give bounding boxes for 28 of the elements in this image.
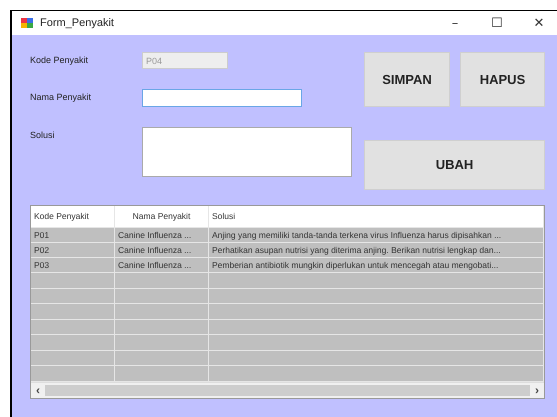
- text-field[interactable]: [142, 89, 302, 107]
- column-header[interactable]: Solusi: [209, 206, 544, 227]
- table-cell: Canine Influenza ...: [115, 258, 209, 272]
- scroll-right-button[interactable]: ›: [530, 383, 544, 397]
- close-button[interactable]: ✕: [521, 11, 557, 35]
- column-header[interactable]: Kode Penyakit: [31, 206, 115, 227]
- table-cell: Perhatikan asupan nutrisi yang diterima anjing. Berikan nutrisi lengkap dan...: [209, 243, 544, 257]
- table-cell: P03: [31, 258, 115, 272]
- edit-button[interactable]: UBAH: [364, 140, 545, 190]
- minimize-button[interactable]: –: [437, 11, 473, 35]
- window-title: Form_Penyakit: [40, 17, 115, 29]
- field-label: Nama Penyakit: [30, 91, 92, 102]
- table-cell: Canine Influenza ...: [115, 228, 209, 242]
- maximize-button[interactable]: ☐: [479, 11, 515, 35]
- column-header[interactable]: Nama Penyakit: [115, 206, 209, 227]
- table-cell: Canine Influenza ...: [115, 243, 209, 257]
- field-label: Kode Penyakit: [30, 54, 90, 65]
- table-cell: P01: [31, 228, 115, 242]
- solusi-field[interactable]: [142, 127, 352, 177]
- field-label: Solusi: [30, 129, 56, 140]
- scroll-left-button[interactable]: ‹: [31, 383, 45, 397]
- table-cell: Pemberian antibiotik mungkin diperlukan untuk mencegah atau mengobati...: [209, 258, 544, 272]
- save-button[interactable]: SIMPAN: [364, 52, 450, 107]
- delete-button[interactable]: HAPUS: [460, 52, 545, 107]
- table-cell: P02: [31, 243, 115, 257]
- table-cell: Anjing yang memiliki tanda-tanda terkena virus Influenza harus dipisahkan ...: [209, 228, 544, 242]
- app-icon: [20, 16, 34, 30]
- horizontal-scrollbar[interactable]: ‹ ›: [31, 382, 544, 398]
